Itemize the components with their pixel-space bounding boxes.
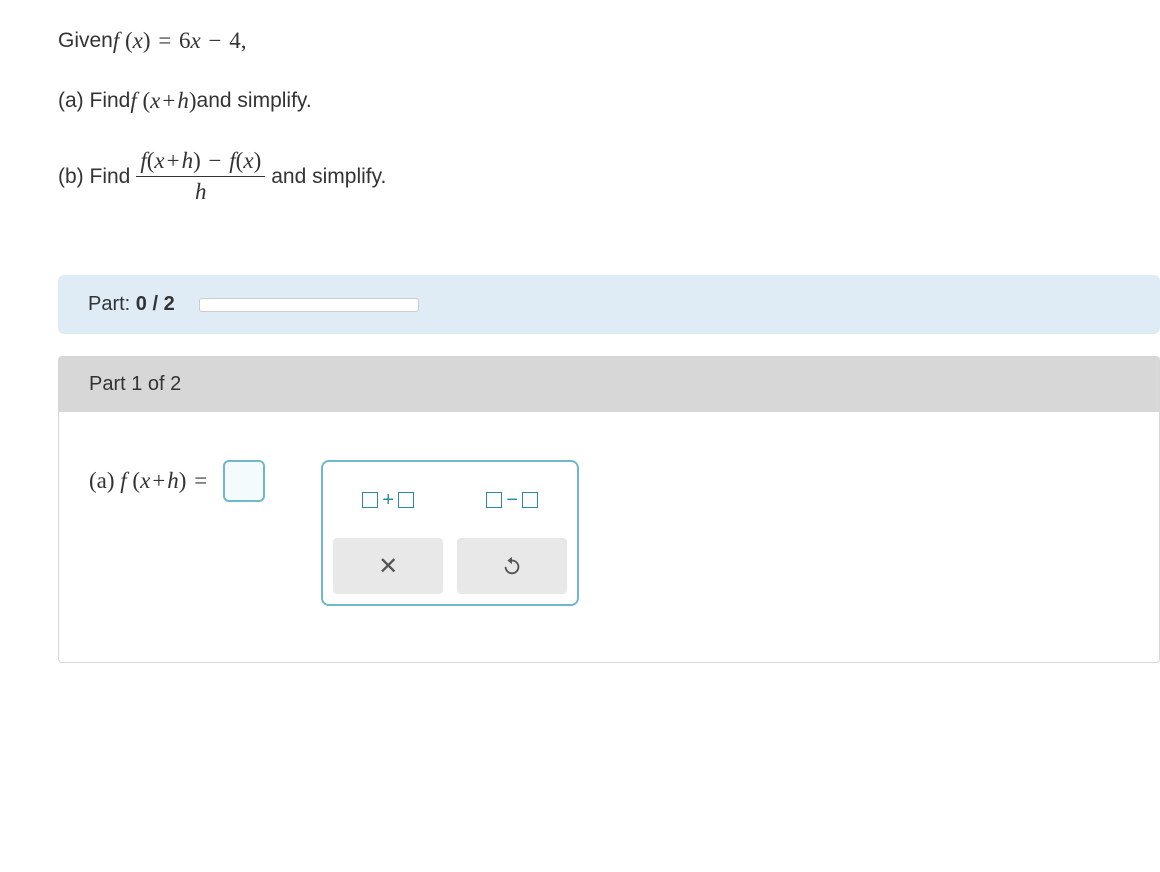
part-a-label: (a) Find [58, 89, 130, 113]
given-text: Given [58, 29, 113, 53]
part-a-expr: f (x+h) [130, 88, 196, 114]
part-a-suffix: and simplify. [197, 89, 312, 113]
slot-icon [486, 492, 502, 508]
palette-plus-button[interactable]: + [333, 472, 443, 528]
progress-bar-row: Part: 0 / 2 [58, 275, 1160, 334]
part-b-text: (b) Find f(x+h) − f(x) h and simplify. [58, 148, 1160, 205]
math-palette: + − ✕ [321, 460, 579, 606]
undo-icon [501, 555, 523, 577]
slot-icon [398, 492, 414, 508]
palette-minus-button[interactable]: − [457, 472, 567, 528]
part-1-panel: Part 1 of 2 (a) f (x+h) = + − [58, 356, 1160, 663]
part-b-label: (b) Find [58, 165, 130, 189]
progress-track [199, 298, 419, 312]
palette-undo-button[interactable] [457, 538, 567, 594]
answer-prompt: (a) f (x+h) = [89, 468, 209, 494]
given-line: Given f (x) = 6x − 4, [58, 28, 1160, 54]
progress-label: Part: 0 / 2 [88, 293, 175, 316]
part-1-header: Part 1 of 2 [59, 357, 1159, 412]
part-a-text: (a) Find f (x+h) and simplify. [58, 88, 1160, 114]
part-b-suffix: and simplify. [271, 165, 386, 189]
answer-input[interactable] [223, 460, 265, 502]
palette-clear-button[interactable]: ✕ [333, 538, 443, 594]
slot-icon [362, 492, 378, 508]
fraction: f(x+h) − f(x) h [136, 148, 265, 205]
x-icon: ✕ [378, 552, 398, 581]
answer-row: (a) f (x+h) = [89, 460, 265, 502]
f-definition: f (x) = 6x − 4, [113, 28, 247, 54]
part-b-expr: f(x+h) − f(x) h [130, 148, 271, 205]
slot-icon [522, 492, 538, 508]
